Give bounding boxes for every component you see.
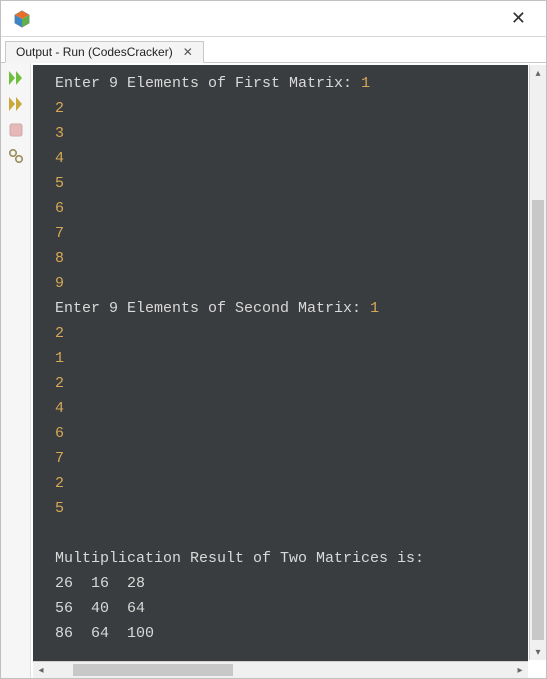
user-input-text: 8 — [55, 250, 64, 267]
user-input-text: 5 — [55, 500, 64, 517]
terminal-line: 26 16 28 — [55, 571, 528, 596]
terminal-line: 6 — [55, 196, 528, 221]
user-input-text: 5 — [55, 175, 64, 192]
left-gutter — [1, 63, 31, 678]
terminal-line: Enter 9 Elements of First Matrix: 1 — [55, 71, 528, 96]
terminal-line: 7 — [55, 221, 528, 246]
prompt-text: Enter 9 Elements of First Matrix: — [55, 75, 361, 92]
user-input-text: 7 — [55, 225, 64, 242]
user-input-text: 4 — [55, 400, 64, 417]
user-input-text: 2 — [55, 375, 64, 392]
user-input-text: 9 — [55, 275, 64, 292]
scroll-left-arrow-icon[interactable]: ◂ — [33, 662, 49, 678]
terminal-line: 7 — [55, 446, 528, 471]
terminal-line: 56 40 64 — [55, 596, 528, 621]
terminal-output: Enter 9 Elements of First Matrix: 123456… — [33, 65, 528, 661]
tab-bar: Output - Run (CodesCracker) ✕ — [1, 37, 546, 63]
user-input-text: 2 — [55, 475, 64, 492]
titlebar: ✕ — [1, 1, 546, 37]
horizontal-scroll-thumb[interactable] — [73, 664, 233, 676]
terminal-line: 2 — [55, 96, 528, 121]
vertical-scrollbar[interactable]: ▴ ▾ — [529, 65, 546, 660]
user-input-text: 3 — [55, 125, 64, 142]
run-alt-icon[interactable] — [7, 95, 25, 113]
user-input-text: 6 — [55, 425, 64, 442]
app-logo-icon — [13, 10, 31, 28]
user-input-text: 2 — [55, 325, 64, 342]
terminal-line: 2 — [55, 321, 528, 346]
run-icon[interactable] — [7, 69, 25, 87]
user-input-text: 4 — [55, 150, 64, 167]
terminal-wrap: Enter 9 Elements of First Matrix: 123456… — [31, 63, 546, 678]
prompt-text: Enter 9 Elements of Second Matrix: — [55, 300, 370, 317]
terminal-line: 9 — [55, 271, 528, 296]
user-input-text: 7 — [55, 450, 64, 467]
prompt-text: 86 64 100 — [55, 625, 154, 642]
stop-icon[interactable] — [7, 121, 25, 139]
scroll-down-arrow-icon[interactable]: ▾ — [530, 644, 546, 660]
terminal-line: 5 — [55, 171, 528, 196]
user-input-text: 1 — [361, 75, 370, 92]
tab-close-button[interactable]: ✕ — [181, 45, 195, 59]
terminal-line: 6 — [55, 421, 528, 446]
terminal-line: 4 — [55, 396, 528, 421]
settings-icon[interactable] — [7, 147, 25, 165]
terminal-line: 1 — [55, 346, 528, 371]
window-close-button[interactable]: ✕ — [503, 4, 534, 33]
user-input-text: 1 — [55, 350, 64, 367]
output-tab-label: Output - Run (CodesCracker) — [16, 45, 173, 59]
scroll-right-arrow-icon[interactable]: ▸ — [512, 662, 528, 678]
terminal-line: Enter 9 Elements of Second Matrix: 1 — [55, 296, 528, 321]
prompt-text: 56 40 64 — [55, 600, 145, 617]
output-tab[interactable]: Output - Run (CodesCracker) ✕ — [5, 41, 204, 63]
vertical-scroll-thumb[interactable] — [532, 200, 544, 640]
terminal-line: 2 — [55, 371, 528, 396]
user-input-text: 6 — [55, 200, 64, 217]
terminal-line: 4 — [55, 146, 528, 171]
terminal-line: 2 — [55, 471, 528, 496]
prompt-text: Multiplication Result of Two Matrices is… — [55, 550, 424, 567]
terminal-line: Multiplication Result of Two Matrices is… — [55, 546, 528, 571]
horizontal-scrollbar[interactable]: ◂ ▸ — [33, 661, 528, 678]
terminal-line: 3 — [55, 121, 528, 146]
terminal-line: 5 — [55, 496, 528, 521]
user-input-text: 2 — [55, 100, 64, 117]
work-area: Enter 9 Elements of First Matrix: 123456… — [1, 63, 546, 678]
terminal-line: 86 64 100 — [55, 621, 528, 646]
user-input-text: 1 — [370, 300, 379, 317]
prompt-text: 26 16 28 — [55, 575, 145, 592]
scroll-up-arrow-icon[interactable]: ▴ — [530, 65, 546, 81]
terminal-line: 8 — [55, 246, 528, 271]
blank-line — [55, 521, 528, 546]
